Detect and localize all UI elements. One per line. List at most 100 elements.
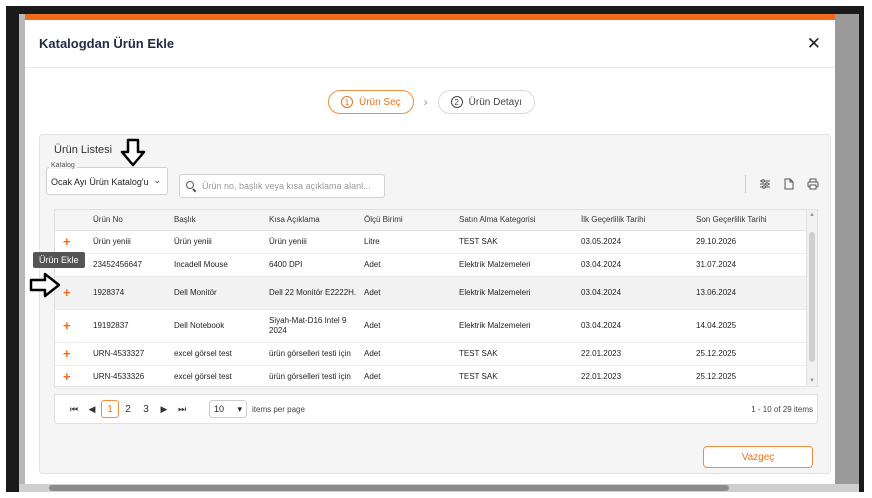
page-horizontal-scrollbar[interactable]: [19, 484, 859, 492]
cell-category: Elektrik Malzemeleri: [455, 253, 577, 277]
step-number: 2: [450, 96, 463, 108]
cell-valid-to: 29.10.2026: [692, 230, 807, 254]
search-box: [179, 174, 385, 198]
header-purchase-category[interactable]: Satın Alma Kategorisi: [455, 210, 577, 231]
screenshot-frame: Katalogdan Ürün Ekle ✕ 1 Ürün Seç › 2 Ür…: [6, 6, 864, 492]
cell-title: Dell Notebook: [170, 309, 265, 343]
cell-valid-to: 14.04.2025: [692, 309, 807, 343]
header-valid-from[interactable]: İlk Geçerlilik Tarihi: [577, 210, 692, 231]
cell-category: TEST SAK: [455, 230, 577, 254]
first-page-icon[interactable]: ⏮: [65, 404, 83, 415]
cell-product-no: 19192837: [89, 309, 170, 343]
background-page-right: [835, 14, 859, 492]
modal-header: Katalogdan Ürün Ekle ✕: [25, 20, 835, 68]
catalog-value: Ocak Ayı Ürün Katalog'u: [51, 177, 149, 187]
page-3-button[interactable]: 3: [137, 400, 155, 418]
step-label: Ürün Detayı: [468, 96, 523, 108]
cell-short-desc: Ürün yeniii: [265, 230, 360, 254]
cell-valid-from: 22.01.2023: [577, 342, 692, 366]
cell-unit: Litre: [360, 230, 455, 254]
export-file-icon[interactable]: [782, 177, 796, 191]
table-row: + 19192837 Dell Notebook Siyah-Mat-D16 I…: [55, 309, 807, 343]
cell-valid-to: 13.06.2024: [692, 276, 807, 310]
cell-valid-from: 03.04.2024: [577, 276, 692, 310]
cell-product-no: 23452456647: [89, 253, 170, 277]
product-table: Ürün No Başlık Kısa Açıklama Ölçü Birimi…: [54, 209, 818, 389]
table-row: + URN-4533326 excel görsel test ürün gör…: [55, 365, 807, 389]
cell-title: Ürün yeniii: [170, 230, 265, 254]
cell-valid-from: 03.05.2024: [577, 230, 692, 254]
table-row: + 1928374 Dell Monitör Dell 22 Monitör E…: [55, 276, 807, 310]
cell-short-desc: 6400 DPI: [265, 253, 360, 277]
print-icon[interactable]: [806, 177, 820, 191]
cell-short-desc: ürün görselleri testi için: [265, 365, 360, 389]
cell-product-no: Ürün yeniii: [89, 230, 170, 254]
cell-valid-to: 31.07.2024: [692, 253, 807, 277]
cell-title: Dell Monitör: [170, 276, 265, 310]
catalog-label: Katalog: [49, 162, 77, 169]
cell-unit: Adet: [360, 365, 455, 389]
header-title[interactable]: Başlık: [170, 210, 265, 231]
table-row: + URN-4533327 excel görsel test ürün gör…: [55, 342, 807, 366]
catalog-modal: Katalogdan Ürün Ekle ✕ 1 Ürün Seç › 2 Ür…: [25, 14, 835, 484]
cell-short-desc: ürün görselleri testi için: [265, 342, 360, 366]
catalog-select[interactable]: Katalog Ocak Ayı Ürün Katalog'u ⌄: [46, 162, 168, 195]
search-input[interactable]: [202, 181, 382, 191]
cancel-button[interactable]: Vazgeç: [703, 446, 813, 468]
chevron-right-icon: ›: [423, 95, 428, 109]
cell-unit: Adet: [360, 276, 455, 310]
cell-title: excel görsel test: [170, 365, 265, 389]
caret-down-icon: ▾: [237, 403, 242, 414]
step-label: Ürün Seç: [358, 96, 401, 108]
close-icon[interactable]: ✕: [807, 35, 821, 52]
next-page-icon[interactable]: ▶: [155, 404, 173, 415]
cell-product-no: URN-4533326: [89, 365, 170, 389]
add-product-button[interactable]: +: [55, 230, 89, 254]
header-unit[interactable]: Ölçü Birimi: [360, 210, 455, 231]
columns-settings-icon[interactable]: [758, 177, 772, 191]
per-page-select[interactable]: 10 ▾: [209, 400, 247, 418]
cell-unit: Adet: [360, 342, 455, 366]
header-product-no[interactable]: Ürün No: [89, 210, 170, 231]
table-row: + 23452456647 Incadell Mouse 6400 DPI Ad…: [55, 253, 807, 277]
modal-title: Katalogdan Ürün Ekle: [39, 36, 175, 51]
page-2-button[interactable]: 2: [119, 400, 137, 418]
scroll-down-icon[interactable]: ▼: [809, 378, 815, 384]
scroll-up-icon[interactable]: ▲: [809, 212, 815, 218]
per-page-value: 10: [214, 404, 225, 414]
cell-category: Elektrik Malzemeleri: [455, 309, 577, 343]
cell-title: excel görsel test: [170, 342, 265, 366]
add-product-tooltip: Ürün Ekle: [33, 252, 85, 268]
scrollbar-thumb[interactable]: [49, 485, 729, 491]
prev-page-icon[interactable]: ◀: [83, 404, 101, 415]
table-row: + Ürün yeniii Ürün yeniii Ürün yeniii Li…: [55, 230, 807, 254]
product-list-panel: Ürün Listesi Katalog Ocak Ayı Ürün Katal…: [39, 134, 831, 474]
cell-title: Incadell Mouse: [170, 253, 265, 277]
scrollbar-thumb[interactable]: [809, 232, 815, 362]
cell-valid-to: 25.12.2025: [692, 365, 807, 389]
page-1-button[interactable]: 1: [101, 400, 119, 418]
panel-title: Ürün Listesi: [54, 144, 113, 156]
cell-product-no: 1928374: [89, 276, 170, 310]
chevron-down-icon: ⌄: [153, 175, 161, 185]
cell-category: TEST SAK: [455, 342, 577, 366]
app-screen: Katalogdan Ürün Ekle ✕ 1 Ürün Seç › 2 Ür…: [19, 14, 859, 492]
header-valid-to[interactable]: Son Geçerlilik Tarihi: [692, 210, 807, 231]
header-short-desc[interactable]: Kısa Açıklama: [265, 210, 360, 231]
cell-valid-from: 03.04.2024: [577, 309, 692, 343]
per-page-label: items per page: [252, 404, 305, 414]
last-page-icon[interactable]: ⏭: [173, 404, 191, 415]
pagination: ⏮ ◀ 1 2 3 ▶ ⏭ 10 ▾ items per page 1 - 10…: [54, 394, 818, 424]
cell-valid-to: 25.12.2025: [692, 342, 807, 366]
step-product-detail[interactable]: 2 Ürün Detayı: [437, 90, 536, 114]
table-vertical-scrollbar[interactable]: ▲ ▼: [806, 210, 817, 386]
cell-category: TEST SAK: [455, 365, 577, 389]
add-product-button[interactable]: +: [55, 365, 89, 389]
step-select-product[interactable]: 1 Ürün Seç: [327, 90, 414, 114]
toolbar-divider: [745, 175, 746, 193]
stepper: 1 Ürün Seç › 2 Ürün Detayı: [25, 90, 835, 114]
add-product-button[interactable]: +: [55, 309, 89, 343]
cell-category: Elektrik Malzemeleri: [455, 276, 577, 310]
add-product-button[interactable]: +: [55, 342, 89, 366]
arrow-right-icon: [29, 272, 61, 298]
